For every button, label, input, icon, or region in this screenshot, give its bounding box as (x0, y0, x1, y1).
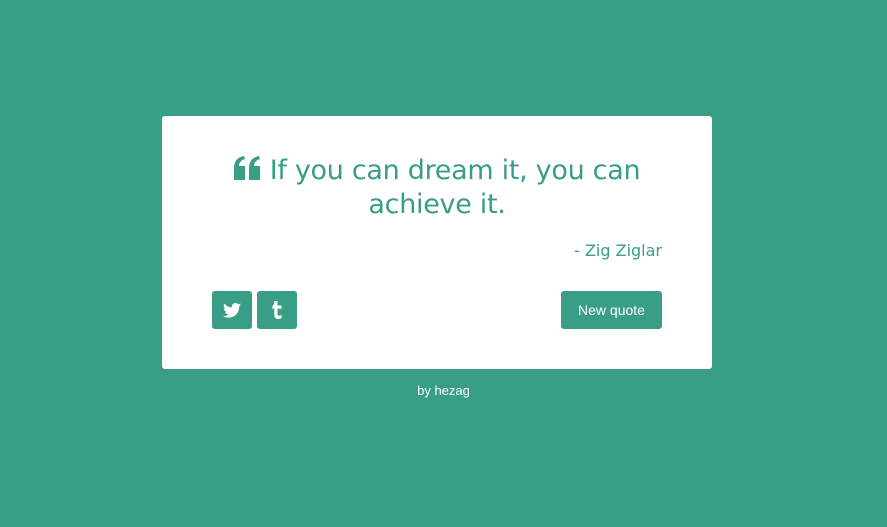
quote-text: If you can dream it, you can achieve it. (269, 155, 641, 220)
quote-author: - Zig Ziglar (574, 241, 662, 260)
quote-text-block: If you can dream it, you can achieve it. (232, 154, 642, 222)
footer-prefix: by (417, 383, 435, 398)
new-quote-button[interactable]: New quote (561, 291, 662, 329)
footer-credit: by hezag (0, 382, 887, 400)
tumblr-button[interactable] (257, 291, 297, 329)
tumblr-icon (272, 301, 282, 319)
twitter-icon (223, 302, 241, 318)
quote-left-icon (233, 156, 260, 180)
tweet-button[interactable] (212, 291, 252, 329)
quote-card: If you can dream it, you can achieve it.… (162, 116, 712, 369)
author-link[interactable]: hezag (434, 383, 469, 398)
